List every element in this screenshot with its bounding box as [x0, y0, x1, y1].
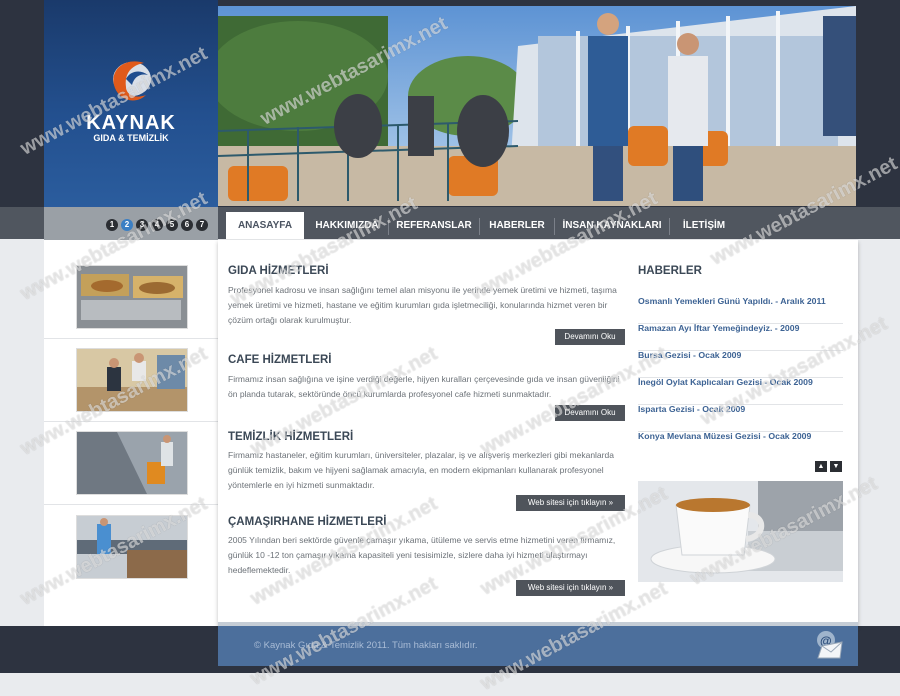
arrow-down-icon[interactable]: ▼ — [830, 461, 842, 472]
thumbnail-cleaning[interactable] — [76, 431, 188, 495]
news-item[interactable]: Ramazan Ayı İftar Yemeğindeyiz. - 2009 — [638, 323, 843, 351]
divider — [44, 338, 218, 339]
slide-dot-2[interactable]: 2 — [121, 219, 133, 231]
arrow-up-icon[interactable]: ▲ — [815, 461, 827, 472]
section-text-cafe: Firmamız insan sağlığına ve işine verdiğ… — [228, 374, 620, 399]
nav-separator — [554, 218, 555, 235]
nav-separator — [479, 218, 480, 235]
news-item[interactable]: Konya Mevlana Müzesi Gezisi - Ocak 2009 — [638, 431, 843, 458]
section-title-laundry: ÇAMAŞIRHANE HİZMETLERİ — [228, 516, 387, 528]
section-text-cleaning: Firmamız hastaneler, eğitim kurumları, ü… — [228, 450, 614, 490]
read-more-button-food[interactable]: Devamını Oku — [555, 329, 625, 345]
nav-separator — [669, 218, 670, 235]
section-text-laundry: 2005 Yılından beri sektörde güvenle çama… — [228, 535, 616, 575]
slide-dot-3[interactable]: 3 — [136, 219, 148, 231]
copyright-text: © Kaynak Gıda & Temizlik 2011. Tüm hakla… — [254, 640, 478, 651]
website-button-laundry[interactable]: Web sitesi için tıklayın » — [516, 580, 625, 596]
mail-icon[interactable]: @ — [812, 628, 844, 660]
coffee-image — [638, 481, 843, 582]
logo-icon — [113, 61, 151, 101]
section-text-food: Profesyonel kadrosu ve insan sağlığını t… — [228, 285, 617, 325]
divider — [44, 421, 218, 422]
news-heading: HABERLER — [638, 265, 702, 277]
nav-separator — [388, 218, 389, 235]
nav-news[interactable]: HABERLER — [481, 212, 553, 239]
nav-human-resources[interactable]: İNSAN KAYNAKLARI — [556, 212, 668, 239]
slide-dot-1[interactable]: 1 — [106, 219, 118, 231]
divider — [44, 504, 218, 505]
thumbnail-laundry[interactable] — [76, 515, 188, 579]
nav-references[interactable]: REFERANSLAR — [390, 212, 478, 239]
slide-dot-4[interactable]: 4 — [151, 219, 163, 231]
brand-name: KAYNAK — [86, 112, 176, 134]
nav-contact[interactable]: İLETİŞİM — [671, 212, 737, 239]
website-button-cleaning[interactable]: Web sitesi için tıklayın » — [516, 495, 625, 511]
section-title-cleaning: TEMİZLİK HİZMETLERİ — [228, 431, 354, 443]
news-item[interactable]: Osmanlı Yemekleri Günü Yapıldı. - Aralık… — [638, 296, 843, 324]
read-more-button-cafe[interactable]: Devamını Oku — [555, 405, 625, 421]
brand-subtitle: GIDA & TEMİZLİK — [93, 133, 169, 143]
left-thumbnail-panel — [44, 240, 218, 626]
nav-about[interactable]: HAKKIMIZDA — [306, 212, 388, 239]
news-item[interactable]: Isparta Gezisi - Ocak 2009 — [638, 404, 843, 432]
thumbnail-food[interactable] — [76, 265, 188, 329]
slide-dot-6[interactable]: 6 — [181, 219, 193, 231]
footer: © Kaynak Gıda & Temizlik 2011. Tüm hakla… — [218, 622, 858, 666]
slide-dot-7[interactable]: 7 — [196, 219, 208, 231]
slider-pagination: 1 2 3 4 5 6 7 — [44, 207, 218, 241]
thumbnail-cafe[interactable] — [76, 348, 188, 412]
section-title-food: GIDA HİZMETLERİ — [228, 265, 329, 277]
nav-home[interactable]: ANASAYFA — [226, 212, 304, 239]
logo[interactable]: KAYNAK GIDA & TEMİZLİK — [44, 0, 218, 210]
news-item[interactable]: İnegöl Oylat Kaplıcaları Gezisi - Ocak 2… — [638, 377, 843, 405]
news-item[interactable]: Bursa Gezisi - Ocak 2009 — [638, 350, 843, 378]
slide-dot-5[interactable]: 5 — [166, 219, 178, 231]
section-title-cafe: CAFE HİZMETLERİ — [228, 354, 332, 366]
hero-image — [218, 6, 856, 206]
